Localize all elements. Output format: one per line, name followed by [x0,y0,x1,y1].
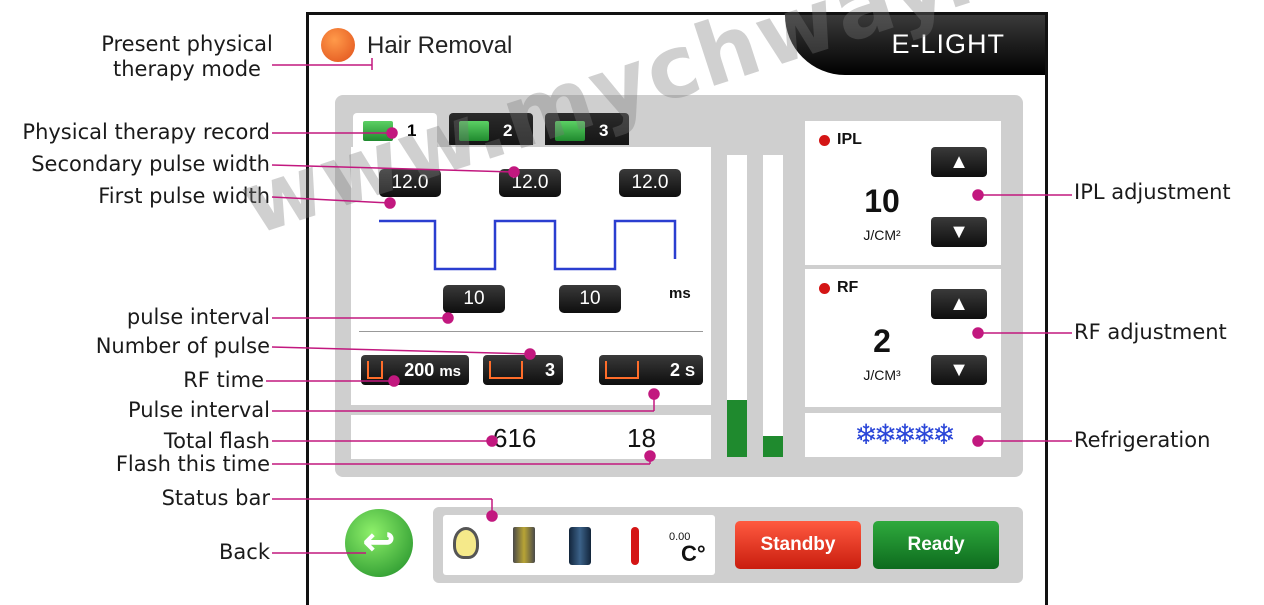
rf-increase-button[interactable]: ▲ [931,289,987,319]
annotation-refrigeration: Refrigeration [1074,428,1211,452]
gauge-left-fill [727,399,747,457]
pulse-interval-control[interactable]: 2 S [599,355,703,385]
snowflake-icon: ❄ [854,419,878,450]
interval-unit: ms [669,285,691,302]
annotation-number-of-pulse: Number of pulse [95,334,270,358]
rf-value: 2 [873,323,891,359]
standby-button[interactable]: Standby [735,521,861,569]
pulse-count-value: 3 [544,360,555,380]
annotation-pulse-interval-ms: pulse interval [126,305,270,329]
annotation-status-bar: Status bar [161,486,270,510]
annotation-rf-adjustment: RF adjustment [1074,320,1227,344]
rf-decrease-button[interactable]: ▼ [931,355,987,385]
status-panel: 0.00 C° Standby Ready [433,507,1023,583]
ready-button[interactable]: Ready [873,521,999,569]
rf-indicator-icon [819,283,830,294]
ipl-decrease-button[interactable]: ▼ [931,217,987,247]
ipl-adjustment-panel: IPL ▲ 10 J/CM² ▼ [805,121,1001,265]
lamp-icon [453,527,479,559]
thermometer-icon [631,527,639,565]
ipl-increase-button[interactable]: ▲ [931,147,987,177]
ipl-value: 10 [864,183,900,219]
divider [359,331,703,332]
ipl-unit: J/CM² [863,227,901,243]
status-bar: 0.00 C° [443,515,715,575]
annotation-rf-time: RF time [183,368,264,392]
pulse-interval-2[interactable]: 10 [559,285,621,313]
annotation-mode-text: Present physical therapy mode [101,32,273,82]
rf-adjustment-panel: RF ▲ 2 J/CM³ ▼ [805,269,1001,407]
third-pulse-width[interactable]: 12.0 [619,169,681,197]
ipl-indicator-icon [819,135,830,146]
rf-time-value: 200 ms [404,355,461,387]
flash-counter: 616 18 [351,415,711,459]
rf-label: RF [837,279,859,296]
gauge-right-fill [763,435,783,457]
snowflake-icon: ❄ [873,419,898,450]
pulse-interval-unit: S [684,363,695,380]
energy-gauge-right [763,155,783,457]
annotation-back: Back [219,540,270,564]
water-tank-icon [569,527,591,565]
annotation-flash-this-time: Flash this time [115,452,270,476]
mode-name: Hair Removal [367,32,513,59]
snowflake-icon: ❄ [932,419,956,450]
refrigeration-indicator[interactable]: ❄❄❄❄❄ [805,413,1001,457]
pulse-count-icon [489,361,523,379]
flash-this-time-count: 18 [627,423,656,453]
pulse-count-control[interactable]: 3 [483,355,563,385]
annotation-record: Physical therapy record [22,120,270,144]
energy-gauge-left [727,155,747,457]
pulse-interval-value: 2 S [670,355,695,387]
annotation-mode: Present physical therapy mode [96,32,278,82]
rf-time-number: 200 [404,360,435,380]
back-button[interactable]: ↩ [345,509,413,577]
rf-time-unit: ms [439,363,461,380]
rf-time-control[interactable]: 200 ms [361,355,469,385]
rf-time-icon [367,361,383,379]
pulse-interval-number: 2 [669,360,680,380]
total-flash-count: 616 [493,423,537,453]
capacitor-icon [513,527,535,563]
snowflake-icon: ❄ [912,419,937,450]
ipl-label: IPL [837,131,862,148]
pulse-waveform [379,219,677,271]
annotation-pulse-interval-s: Pulse interval [127,398,270,422]
hair-removal-icon [321,28,355,62]
temperature-unit: C° [681,541,706,566]
rf-unit: J/CM³ [863,367,901,383]
back-arrow-icon: ↩ [362,520,396,564]
snowflake-icon: ❄ [893,419,917,450]
pulse-interval-icon [605,361,639,379]
pulse-interval-1[interactable]: 10 [443,285,505,313]
annotation-ipl-adjustment: IPL adjustment [1074,180,1231,204]
annotation-total-flash: Total flash [163,429,270,453]
